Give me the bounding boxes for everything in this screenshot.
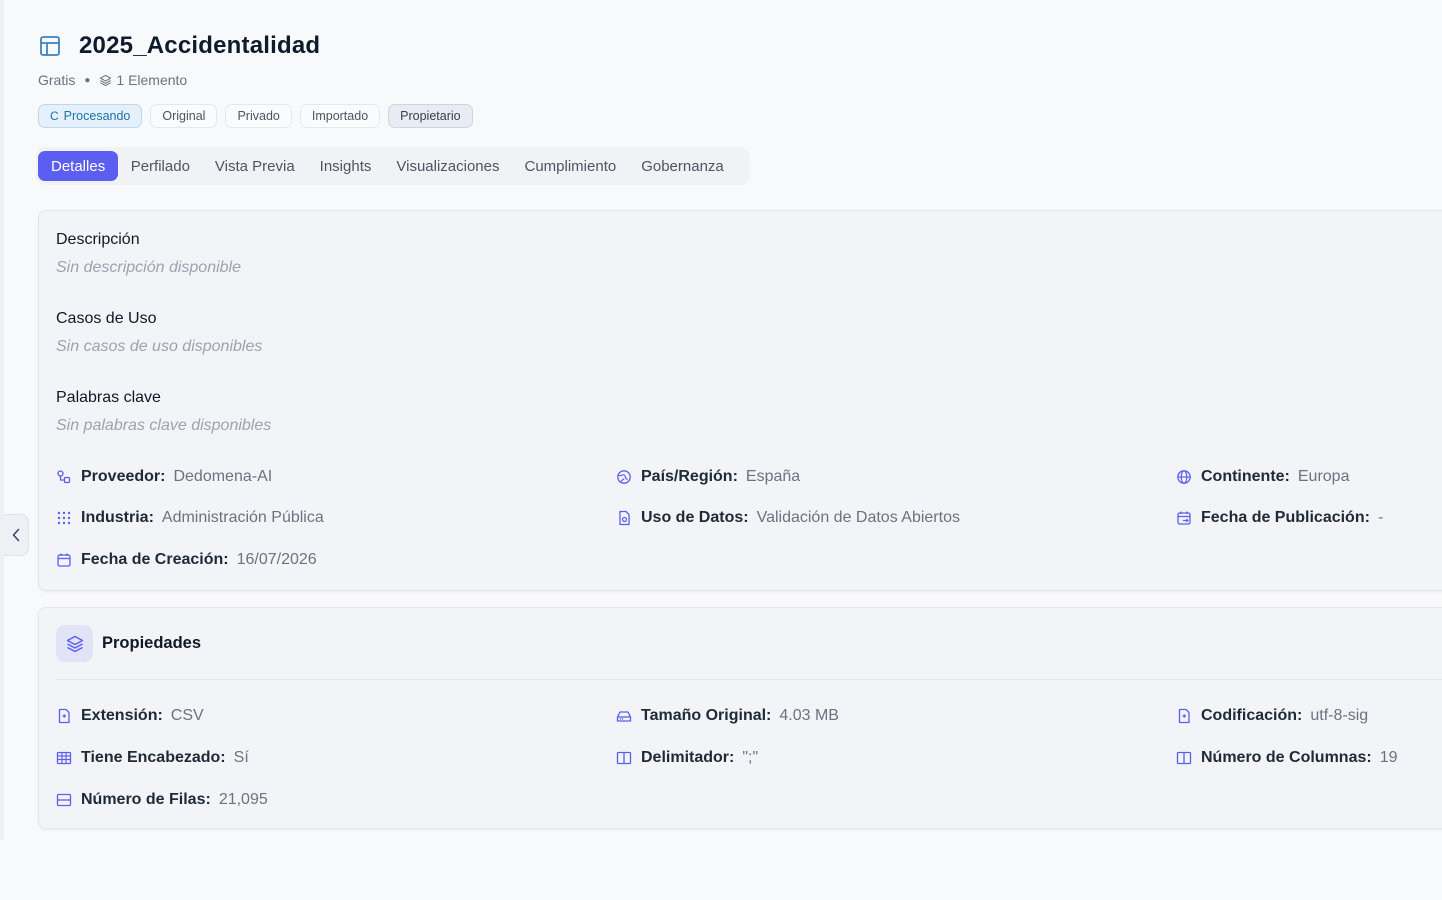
file-icon bbox=[58, 708, 70, 724]
plan-label: Gratis bbox=[38, 72, 76, 88]
has-header-field: Tiene Encabezado: Sí bbox=[56, 749, 249, 767]
keywords-title: Palabras clave bbox=[56, 389, 161, 406]
provider-field: Proveedor: Dedomena-AI bbox=[56, 468, 272, 486]
delimiter-field: Delimitador: ";" bbox=[616, 749, 758, 767]
original-size-value: 4.03 MB bbox=[779, 707, 839, 724]
keywords-empty: Sin palabras clave disponibles bbox=[56, 417, 272, 434]
calendar-arrow-icon bbox=[1177, 511, 1191, 525]
creation-date-value: 16/07/2026 bbox=[236, 551, 317, 568]
status-badge-processing: C Procesando bbox=[38, 104, 143, 128]
country-value: España bbox=[745, 468, 801, 485]
encoding-field: Codificación: utf-8-sig bbox=[1176, 707, 1368, 725]
keywords-section: Palabras clave Sin palabras clave dispon… bbox=[56, 389, 271, 435]
country-field: País/Región: España bbox=[616, 468, 800, 486]
extension-value: CSV bbox=[170, 707, 204, 724]
calendar-icon bbox=[57, 553, 71, 567]
columns-icon bbox=[616, 751, 632, 765]
rows-icon bbox=[56, 793, 72, 807]
row-count-value: 21,095 bbox=[218, 791, 268, 808]
tab-visualizations[interactable]: Visualizaciones bbox=[384, 151, 512, 181]
use-cases-empty: Sin casos de uso disponibles bbox=[56, 338, 263, 355]
separator-dot: ● bbox=[84, 74, 91, 86]
continent-value: Europa bbox=[1297, 468, 1350, 485]
provider-value: Dedomena-AI bbox=[173, 468, 273, 485]
publication-date-value: - bbox=[1377, 509, 1384, 526]
row-count-field: Número de Filas: 21,095 bbox=[56, 791, 268, 809]
tab-details[interactable]: Detalles bbox=[38, 151, 119, 181]
column-count-field: Número de Columnas: 19 bbox=[1176, 749, 1397, 767]
sidebar-toggle-button[interactable] bbox=[4, 514, 29, 556]
provider-icon bbox=[57, 470, 71, 484]
tab-profiling[interactable]: Perfilado bbox=[118, 151, 202, 181]
properties-header: Propiedades bbox=[56, 625, 201, 662]
extension-field: Extensión: CSV bbox=[56, 707, 204, 725]
data-use-value: Validación de Datos Abiertos bbox=[756, 509, 960, 526]
badge-owner: Propietario bbox=[388, 104, 473, 128]
dataset-meta: Gratis ● 1 Elemento bbox=[38, 71, 1428, 89]
sidebar-rail bbox=[0, 0, 4, 840]
description-section: Descripción Sin descripción disponible bbox=[56, 231, 241, 277]
tab-governance[interactable]: Gobernanza bbox=[629, 151, 737, 181]
continent-field: Continente: Europa bbox=[1176, 468, 1349, 486]
creation-date-field: Fecha de Creación: 16/07/2026 bbox=[56, 551, 317, 569]
loading-spinner-icon: C bbox=[50, 109, 59, 123]
file-code-icon bbox=[1178, 708, 1190, 724]
details-card: Descripción Sin descripción disponible C… bbox=[38, 210, 1442, 591]
data-use-field: Uso de Datos: Validación de Datos Abiert… bbox=[616, 509, 960, 527]
publication-date-field: Fecha de Publicación: - bbox=[1176, 509, 1383, 527]
layers-icon bbox=[56, 625, 93, 662]
divider bbox=[56, 679, 1442, 680]
description-title: Descripción bbox=[56, 231, 140, 248]
columns-icon bbox=[1176, 751, 1192, 765]
description-empty: Sin descripción disponible bbox=[56, 259, 241, 276]
table-icon bbox=[40, 36, 60, 56]
table-icon bbox=[56, 751, 72, 765]
grid-dots-icon bbox=[57, 511, 71, 525]
properties-card: Propiedades Extensión: CSV Tamaño Origin… bbox=[38, 607, 1442, 829]
original-size-field: Tamaño Original: 4.03 MB bbox=[616, 707, 839, 725]
chevron-left-icon bbox=[12, 528, 20, 542]
item-count: 1 Elemento bbox=[116, 72, 188, 88]
badge-original: Original bbox=[150, 104, 218, 128]
has-header-value: Sí bbox=[233, 749, 249, 766]
globe-icon bbox=[617, 470, 631, 484]
use-cases-title: Casos de Uso bbox=[56, 310, 157, 327]
properties-title: Propiedades bbox=[102, 634, 202, 652]
badge-imported: Importado bbox=[299, 104, 381, 128]
tab-preview[interactable]: Vista Previa bbox=[202, 151, 307, 181]
globe-grid-icon bbox=[1177, 470, 1191, 484]
use-cases-section: Casos de Uso Sin casos de uso disponible… bbox=[56, 310, 262, 356]
file-gear-icon bbox=[619, 510, 630, 526]
badge-private: Privado bbox=[225, 104, 292, 128]
delimiter-value: ";" bbox=[742, 749, 759, 766]
tab-bar: Detalles Perfilado Vista Previa Insights… bbox=[36, 147, 751, 185]
industry-field: Industria: Administración Pública bbox=[56, 509, 324, 527]
layers-icon bbox=[100, 74, 112, 86]
hard-drive-icon bbox=[616, 711, 632, 722]
industry-value: Administración Pública bbox=[161, 509, 324, 526]
dataset-header: 2025_Accidentalidad Gratis ● 1 Elemento … bbox=[38, 30, 1428, 128]
tab-insights[interactable]: Insights bbox=[307, 151, 384, 181]
column-count-value: 19 bbox=[1379, 749, 1398, 766]
status-badges: C Procesando Original Privado Importado P… bbox=[38, 104, 1428, 128]
page-title: 2025_Accidentalidad bbox=[79, 32, 321, 59]
encoding-value: utf-8-sig bbox=[1310, 707, 1369, 724]
tab-compliance[interactable]: Cumplimiento bbox=[512, 151, 629, 181]
